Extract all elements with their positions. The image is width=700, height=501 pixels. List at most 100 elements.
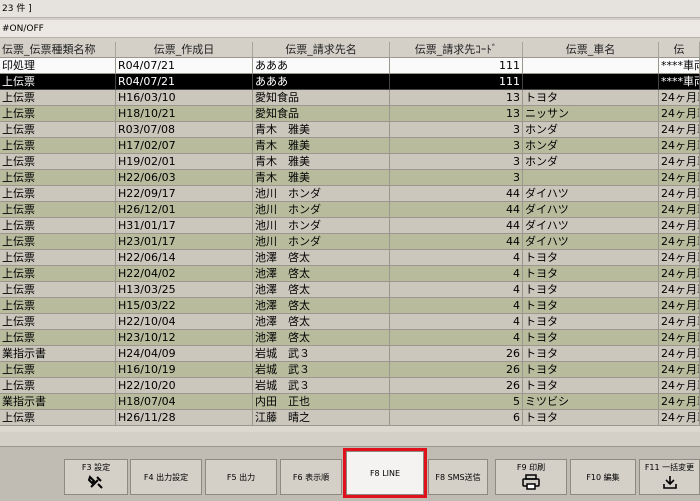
- table-cell: 岩城 武３: [253, 362, 390, 378]
- table-cell: H26/12/01: [116, 202, 253, 218]
- table-cell: 24ヶ月車: [659, 266, 700, 282]
- table-row[interactable]: 上伝票H17/02/07青木 雅美3ホンダ24ヶ月車: [0, 138, 700, 154]
- table-cell: 上伝票: [0, 74, 116, 90]
- table-cell: トヨタ: [523, 410, 659, 426]
- table-row[interactable]: 上伝票H26/12/01池川 ホンダ44ダイハツ24ヶ月車: [0, 202, 700, 218]
- table-cell: R03/07/08: [116, 122, 253, 138]
- f4-output-settings-button[interactable]: F4 出力設定: [130, 459, 202, 495]
- table-cell: あああ: [253, 74, 390, 90]
- table-row[interactable]: 上伝票H16/03/10愛知食品13トヨタ24ヶ月車: [0, 90, 700, 106]
- table-cell: あああ: [253, 58, 390, 74]
- table-cell: 4: [390, 298, 523, 314]
- table-cell: 24ヶ月車: [659, 394, 700, 410]
- table-cell: 上伝票: [0, 234, 116, 250]
- table-cell: R04/07/21: [116, 74, 253, 90]
- table-row[interactable]: 上伝票H18/10/21愛知食品13ニッサン24ヶ月車: [0, 106, 700, 122]
- f3-settings-button[interactable]: F3 設定: [64, 459, 128, 495]
- data-grid: 伝票_伝票種類名称 伝票_作成日 伝票_請求先名 伝票_請求先ｺｰﾄﾞ 伝票_車…: [0, 42, 700, 432]
- table-row[interactable]: 業指示書H18/07/04内田 正也5ミツビシ24ヶ月車: [0, 394, 700, 410]
- table-cell: 26: [390, 362, 523, 378]
- table-cell: H26/11/28: [116, 410, 253, 426]
- table-cell: 24ヶ月車: [659, 90, 700, 106]
- table-cell: 池川 ホンダ: [253, 218, 390, 234]
- table-cell: H19/02/01: [116, 154, 253, 170]
- table-cell: 青木 雅美: [253, 170, 390, 186]
- table-cell: 岩城 武３: [253, 378, 390, 394]
- table-row[interactable]: 上伝票H23/10/12池澤 啓太4トヨタ24ヶ月車: [0, 330, 700, 346]
- table-row[interactable]: 上伝票H23/01/17池川 ホンダ44ダイハツ24ヶ月車: [0, 234, 700, 250]
- table-row[interactable]: 上伝票H16/10/19岩城 武３26トヨタ24ヶ月車: [0, 362, 700, 378]
- table-cell: トヨタ: [523, 314, 659, 330]
- table-cell: H13/03/25: [116, 282, 253, 298]
- table-row[interactable]: 業指示書H24/04/09岩城 武３26トヨタ24ヶ月車: [0, 346, 700, 362]
- table-row[interactable]: 上伝票H22/10/04池澤 啓太4トヨタ24ヶ月車: [0, 314, 700, 330]
- f8-line-label: F8 LINE: [369, 468, 401, 478]
- table-cell: 26: [390, 346, 523, 362]
- table-row[interactable]: 上伝票R04/07/21あああ111 ****車両: [0, 74, 700, 90]
- table-row[interactable]: 上伝票H31/01/17池川 ホンダ44ダイハツ24ヶ月車: [0, 218, 700, 234]
- table-cell: 上伝票: [0, 410, 116, 426]
- table-cell: 13: [390, 106, 523, 122]
- table-cell: H22/10/04: [116, 314, 253, 330]
- f6-sort-order-button[interactable]: F6 表示順: [280, 459, 342, 495]
- column-header[interactable]: 伝票_伝票種類名称: [0, 42, 116, 58]
- table-cell: H22/04/02: [116, 266, 253, 282]
- table-row[interactable]: 上伝票H22/06/03青木 雅美3 24ヶ月車: [0, 170, 700, 186]
- column-header[interactable]: 伝票_請求先ｺｰﾄﾞ: [390, 42, 523, 58]
- table-cell: 池澤 啓太: [253, 250, 390, 266]
- table-cell: H31/01/17: [116, 218, 253, 234]
- table-cell: 3: [390, 138, 523, 154]
- table-cell: H22/06/14: [116, 250, 253, 266]
- table-cell: 24ヶ月車: [659, 154, 700, 170]
- table-cell: 江藤 晴之: [253, 410, 390, 426]
- table-cell: 岩城 武３: [253, 346, 390, 362]
- f8-sms-label: F8 SMS送信: [435, 472, 481, 482]
- table-row[interactable]: 上伝票H13/03/25池澤 啓太4トヨタ24ヶ月車: [0, 282, 700, 298]
- table-row[interactable]: 上伝票H19/02/01青木 雅美3ホンダ24ヶ月車: [0, 154, 700, 170]
- table-cell: 24ヶ月車: [659, 346, 700, 362]
- column-header[interactable]: 伝票_車名: [523, 42, 659, 58]
- table-cell: H22/09/17: [116, 186, 253, 202]
- table-row[interactable]: 上伝票H26/11/28江藤 晴之6トヨタ24ヶ月車: [0, 410, 700, 426]
- table-cell: 24ヶ月車: [659, 362, 700, 378]
- table-cell: H23/01/17: [116, 234, 253, 250]
- f8-line-button-face[interactable]: F8 LINE: [346, 451, 424, 495]
- table-cell: 44: [390, 186, 523, 202]
- f5-output-button[interactable]: F5 出力: [205, 459, 277, 495]
- table-cell: H24/04/09: [116, 346, 253, 362]
- table-cell: [523, 170, 659, 186]
- f9-print-button[interactable]: F9 印刷: [495, 459, 567, 495]
- table-cell: 池澤 啓太: [253, 330, 390, 346]
- table-cell: H17/02/07: [116, 138, 253, 154]
- table-cell: 26: [390, 378, 523, 394]
- f10-edit-button[interactable]: F10 編集: [570, 459, 636, 495]
- column-header[interactable]: 伝票_作成日: [116, 42, 253, 58]
- printer-icon: [522, 473, 540, 493]
- f11-bulk-change-button[interactable]: F11 一括変更: [639, 459, 700, 495]
- table-cell: H18/10/21: [116, 106, 253, 122]
- f10-label: F10 編集: [586, 472, 620, 482]
- f8-line-button[interactable]: F8 LINE: [343, 448, 427, 498]
- table-row[interactable]: 上伝票H22/09/17池川 ホンダ44ダイハツ24ヶ月車: [0, 186, 700, 202]
- table-row[interactable]: 上伝票H22/10/20岩城 武３26トヨタ24ヶ月車: [0, 378, 700, 394]
- table-cell: 上伝票: [0, 250, 116, 266]
- table-row[interactable]: 上伝票H22/06/14池澤 啓太4トヨタ24ヶ月車: [0, 250, 700, 266]
- column-header[interactable]: 伝票_請求先名: [253, 42, 390, 58]
- table-row[interactable]: 上伝票H22/04/02池澤 啓太4トヨタ24ヶ月車: [0, 266, 700, 282]
- table-cell: 上伝票: [0, 330, 116, 346]
- table-cell: 愛知食品: [253, 106, 390, 122]
- table-cell: 池澤 啓太: [253, 266, 390, 282]
- f8-sms-send-button[interactable]: F8 SMS送信: [428, 459, 488, 495]
- table-cell: ホンダ: [523, 138, 659, 154]
- table-cell: ダイハツ: [523, 186, 659, 202]
- table-cell: 24ヶ月車: [659, 410, 700, 426]
- filter-toggle-label[interactable]: #ON/OFF: [2, 24, 44, 34]
- table-row[interactable]: 印処理R04/07/21あああ111 ****車両: [0, 58, 700, 74]
- table-row[interactable]: 上伝票R03/07/08青木 雅美3ホンダ24ヶ月車: [0, 122, 700, 138]
- table-cell: トヨタ: [523, 346, 659, 362]
- table-cell: 24ヶ月車: [659, 106, 700, 122]
- column-header[interactable]: 伝: [659, 42, 700, 58]
- table-cell: 池川 ホンダ: [253, 234, 390, 250]
- table-cell: 111: [390, 58, 523, 74]
- table-row[interactable]: 上伝票H15/03/22池澤 啓太4トヨタ24ヶ月車: [0, 298, 700, 314]
